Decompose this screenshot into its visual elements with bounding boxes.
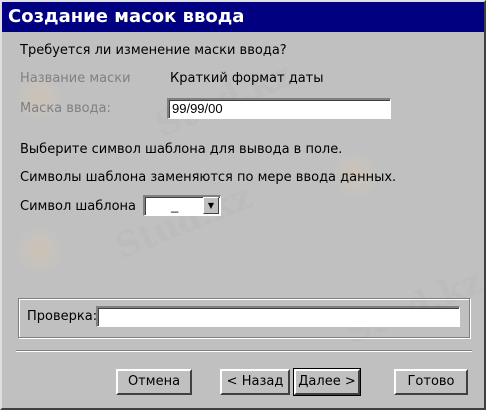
watermark-logo-icon xyxy=(16,227,62,273)
input-mask-field[interactable]: 99/99/00 xyxy=(167,98,391,119)
chevron-down-icon[interactable]: ▼ xyxy=(203,197,219,214)
placeholder-char-label: Символ шаблона xyxy=(20,199,136,214)
finish-button[interactable]: Готово xyxy=(394,369,468,395)
window-title: Создание масок ввода xyxy=(8,6,245,27)
cancel-button[interactable]: Отмена xyxy=(116,369,192,395)
finish-button-label: Готово xyxy=(407,374,455,389)
input-mask-label: Маска ввода: xyxy=(20,101,111,116)
question-text: Требуется ли изменение маски ввода? xyxy=(20,43,287,58)
test-label: Проверка: xyxy=(27,309,98,324)
input-mask-value: 99/99/00 xyxy=(172,101,223,116)
back-button-label: < Назад xyxy=(226,374,284,389)
next-button[interactable]: Далее > xyxy=(293,368,361,396)
hint-text-2: Символы шаблона заменяются по мере ввода… xyxy=(20,170,397,185)
mask-name-label: Название маски xyxy=(20,71,131,86)
back-button[interactable]: < Назад xyxy=(220,369,290,395)
watermark-text: Stud.kz xyxy=(109,176,258,268)
title-bar[interactable]: Создание масок ввода xyxy=(2,2,484,32)
cancel-button-label: Отмена xyxy=(127,374,181,389)
placeholder-char-value: _ xyxy=(171,198,179,213)
next-button-label: Далее > xyxy=(298,374,356,389)
divider xyxy=(16,350,472,352)
hint-text-1: Выберите символ шаблона для вывода в пол… xyxy=(20,142,343,157)
mask-name-value: Краткий формат даты xyxy=(170,71,324,86)
test-field[interactable] xyxy=(96,306,460,327)
input-mask-wizard-window: Stud.kz Stud.kz Stud.kz Создание масок в… xyxy=(0,0,486,410)
